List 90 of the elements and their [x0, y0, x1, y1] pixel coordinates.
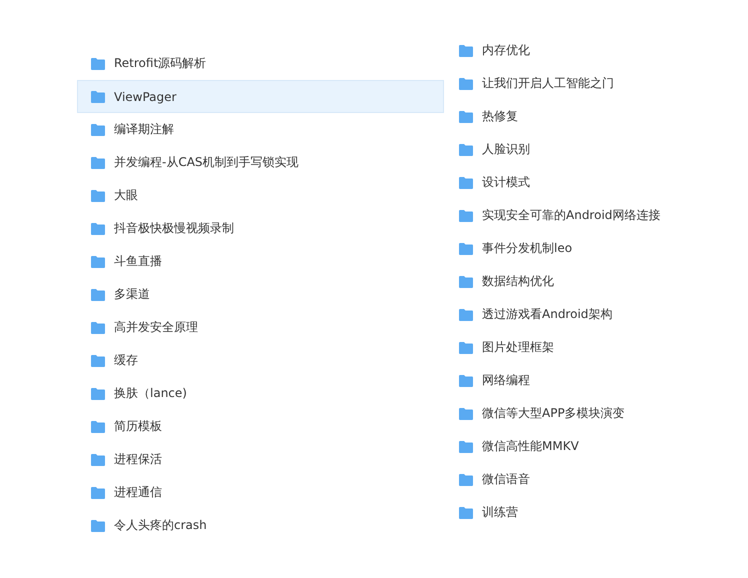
folder-item[interactable]: 斗鱼直播 — [77, 245, 444, 278]
folder-icon — [459, 474, 473, 486]
folder-icon — [91, 222, 105, 234]
folder-name: 换肤（lance) — [114, 385, 187, 402]
folder-icon — [459, 78, 473, 90]
folder-name: 事件分发机制leo — [482, 240, 572, 257]
folder-name: 多渠道 — [114, 286, 150, 303]
folder-item[interactable]: 实现安全可靠的Android网络连接 — [458, 199, 748, 232]
folder-item[interactable]: 微信等大型APP多模块演变 — [458, 397, 748, 430]
folder-name: 微信等大型APP多模块演变 — [482, 405, 625, 422]
folder-name: 训练营 — [482, 504, 518, 521]
folder-name: 高并发安全原理 — [114, 319, 198, 336]
folder-icon — [459, 242, 473, 254]
folder-item[interactable]: 热修复 — [458, 100, 748, 133]
folder-item[interactable]: 并发编程-从CAS机制到手写锁实现 — [77, 146, 444, 179]
folder-item[interactable]: 微信高性能MMKV — [458, 430, 748, 463]
folder-item[interactable]: 事件分发机制leo — [458, 232, 748, 265]
folder-name: 微信高性能MMKV — [482, 438, 579, 455]
folder-item[interactable]: 高并发安全原理 — [77, 311, 444, 344]
folder-name: 图片处理框架 — [482, 339, 554, 356]
folder-item[interactable]: 缓存 — [77, 344, 444, 377]
folder-name: 透过游戏看Android架构 — [482, 306, 612, 323]
folder-icon — [459, 308, 473, 320]
folder-item[interactable]: 进程通信 — [77, 476, 444, 509]
folder-name: 网络编程 — [482, 372, 530, 389]
folder-item[interactable]: 人脸识别 — [458, 133, 748, 166]
folder-item[interactable]: 换肤（lance) — [77, 377, 444, 410]
folder-icon — [459, 176, 473, 188]
folder-icon — [459, 110, 473, 122]
folder-item[interactable]: 设计模式 — [458, 166, 748, 199]
folder-item[interactable]: 多渠道 — [77, 278, 444, 311]
folder-icon — [91, 454, 105, 466]
folder-name: 编译期注解 — [114, 121, 174, 138]
folder-name: 斗鱼直播 — [114, 253, 162, 270]
folder-name: 内存优化 — [482, 42, 530, 59]
folder-icon — [459, 374, 473, 386]
folder-name: 并发编程-从CAS机制到手写锁实现 — [114, 154, 299, 171]
folder-item[interactable]: 令人头疼的crash — [77, 509, 444, 542]
folder-icon — [91, 58, 105, 70]
folder-icon — [459, 440, 473, 452]
folder-name: 大眼 — [114, 187, 138, 204]
folder-icon — [91, 124, 105, 136]
folder-icon — [459, 276, 473, 288]
folder-icon — [91, 288, 105, 300]
folder-icon — [459, 506, 473, 518]
folder-name: 让我们开启人工智能之门 — [482, 75, 614, 92]
folder-icon — [91, 322, 105, 334]
folder-icon — [459, 210, 473, 222]
folder-icon — [91, 420, 105, 432]
folder-item[interactable]: 大眼 — [77, 179, 444, 212]
folder-name: 热修复 — [482, 108, 518, 125]
folder-icon — [459, 408, 473, 420]
folder-item[interactable]: 训练营 — [458, 496, 748, 529]
folder-name: 数据结构优化 — [482, 273, 554, 290]
folder-item[interactable]: 网络编程 — [458, 364, 748, 397]
folder-item[interactable]: 内存优化 — [458, 34, 748, 67]
folder-name: 简历模板 — [114, 418, 162, 435]
folder-name: ViewPager — [114, 90, 176, 104]
folder-name: 进程保活 — [114, 451, 162, 468]
folder-icon — [91, 486, 105, 498]
folder-icon — [91, 190, 105, 202]
folder-item[interactable]: 图片处理框架 — [458, 331, 748, 364]
folder-icon — [459, 144, 473, 156]
folder-icon — [91, 388, 105, 400]
folder-name: 实现安全可靠的Android网络连接 — [482, 207, 660, 224]
folder-name: 设计模式 — [482, 174, 530, 191]
folder-item[interactable]: Retrofit源码解析 — [77, 47, 444, 80]
folder-item[interactable]: 简历模板 — [77, 410, 444, 443]
folder-icon — [91, 156, 105, 168]
folder-icon — [459, 44, 473, 56]
folder-item[interactable]: 透过游戏看Android架构 — [458, 298, 748, 331]
folder-icon — [91, 256, 105, 268]
folder-item[interactable]: ViewPager — [77, 80, 444, 113]
folder-name: 令人头疼的crash — [114, 517, 207, 534]
folder-name: 缓存 — [114, 352, 138, 369]
folder-item[interactable]: 数据结构优化 — [458, 265, 748, 298]
folder-item[interactable]: 让我们开启人工智能之门 — [458, 67, 748, 100]
folder-name: Retrofit源码解析 — [114, 55, 206, 72]
folder-name: 人脸识别 — [482, 141, 530, 158]
folder-name: 微信语音 — [482, 471, 530, 488]
folder-name: 抖音极快极慢视频录制 — [114, 220, 234, 237]
folder-icon — [459, 342, 473, 354]
folder-item[interactable]: 抖音极快极慢视频录制 — [77, 212, 444, 245]
folder-icon — [91, 520, 105, 532]
folder-icon — [91, 354, 105, 366]
folder-name: 进程通信 — [114, 484, 162, 501]
folder-icon — [91, 90, 105, 102]
folder-item[interactable]: 微信语音 — [458, 463, 748, 496]
folder-item[interactable]: 进程保活 — [77, 443, 444, 476]
folder-item[interactable]: 编译期注解 — [77, 113, 444, 146]
